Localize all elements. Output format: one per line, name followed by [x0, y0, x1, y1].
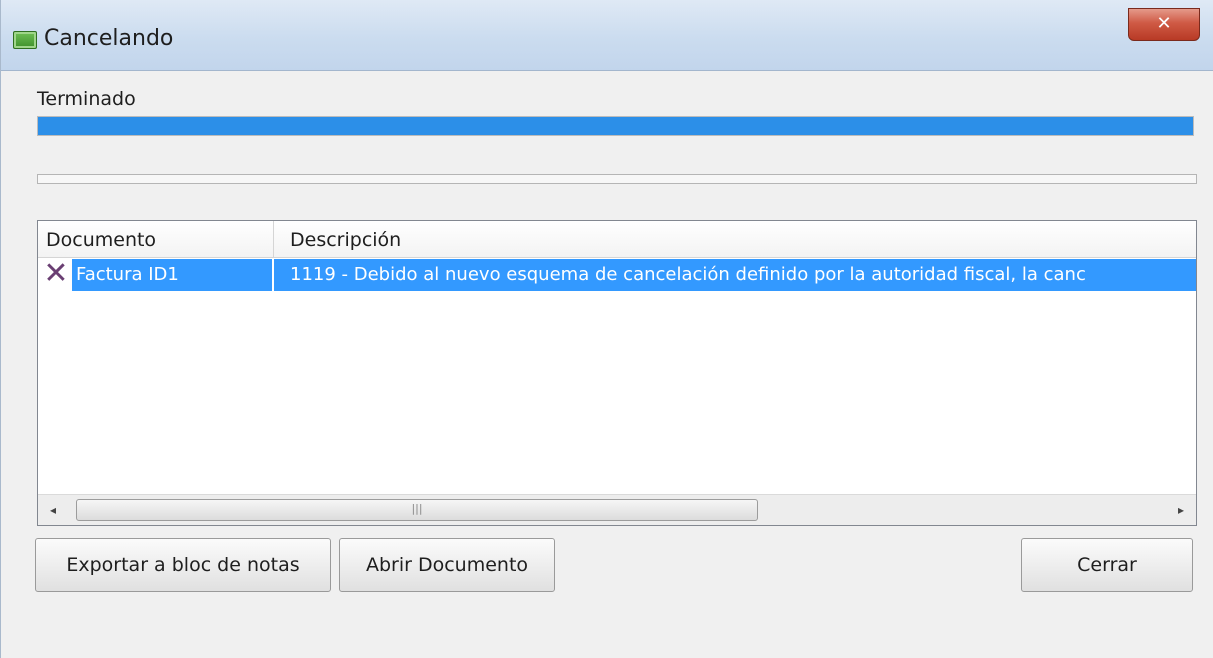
list-row[interactable]: ✕ Factura ID1 1119 - Debido al nuevo esq…	[38, 259, 1196, 291]
status-label: Terminado	[37, 88, 136, 110]
row-descripcion-cell[interactable]: 1119 - Debido al nuevo esquema de cancel…	[274, 259, 1196, 291]
scroll-thumb[interactable]: |||	[76, 499, 758, 521]
error-x-icon: ✕	[43, 256, 69, 291]
title-bar[interactable]: Cancelando ✕	[1, 0, 1213, 71]
list-header: Documento Descripción	[38, 221, 1196, 258]
horizontal-scrollbar[interactable]: ◂ ||| ▸	[38, 494, 1196, 525]
export-notepad-button[interactable]: Exportar a bloc de notas	[35, 538, 331, 592]
column-header-documento[interactable]: Documento	[38, 221, 274, 257]
row-documento-cell[interactable]: Factura ID1	[72, 259, 272, 291]
window-title: Cancelando	[44, 26, 174, 51]
column-header-descripcion[interactable]: Descripción	[274, 221, 1196, 257]
scroll-left-arrow-icon[interactable]: ◂	[38, 495, 68, 525]
scroll-grip-icon: |||	[411, 502, 423, 515]
overall-progress-fill	[38, 117, 1193, 135]
overall-progress-bar	[37, 116, 1194, 136]
open-document-button[interactable]: Abrir Documento	[339, 538, 555, 592]
cancel-dialog-window: Cancelando ✕ Terminado Documento Descrip…	[0, 0, 1213, 658]
close-icon: ✕	[1156, 13, 1172, 34]
app-window-icon	[13, 31, 37, 49]
close-button[interactable]: Cerrar	[1021, 538, 1193, 592]
window-close-button[interactable]: ✕	[1128, 8, 1200, 41]
scroll-right-arrow-icon[interactable]: ▸	[1166, 495, 1196, 525]
results-list-view[interactable]: Documento Descripción ✕ Factura ID1 1119…	[37, 220, 1197, 526]
secondary-progress-bar	[37, 174, 1197, 184]
